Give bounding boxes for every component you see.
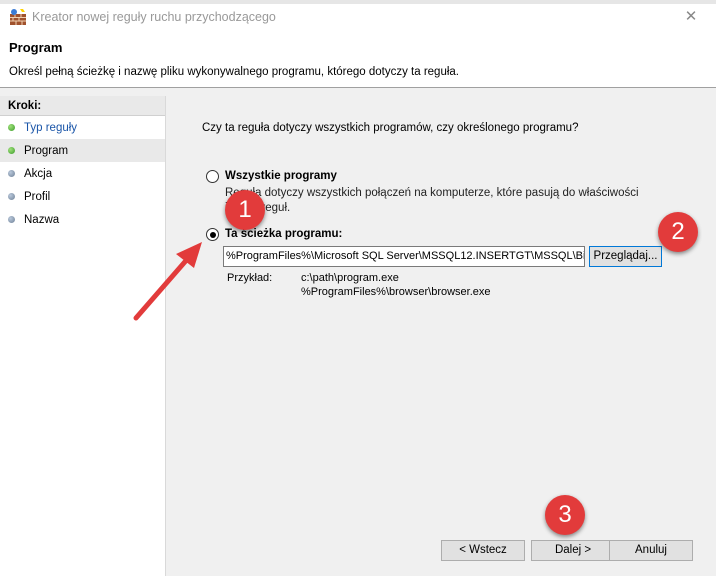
green-dot-icon <box>8 124 15 131</box>
page-header: Program Określ pełną ścieżkę i nazwę pli… <box>0 30 716 88</box>
gray-dot-icon <box>8 170 15 177</box>
page-title: Program <box>9 40 63 55</box>
browse-button[interactable]: Przeglądaj... <box>589 246 662 267</box>
sidebar-item-program: Program <box>0 139 165 162</box>
firewall-wall-icon <box>10 9 26 25</box>
steps-sidebar: Kroki: Typ reguły Program Akcja Profil N… <box>0 96 166 576</box>
cancel-button[interactable]: Anuluj <box>609 540 693 561</box>
window-bottom-border <box>0 576 716 583</box>
sidebar-item-label: Akcja <box>24 167 53 180</box>
sidebar-item-label: Program <box>24 144 69 157</box>
back-button[interactable]: < Wstecz <box>441 540 525 561</box>
annotation-badge-1: 1 <box>225 190 265 230</box>
green-dot-icon <box>8 147 15 154</box>
all-programs-radio[interactable] <box>206 170 219 183</box>
annotation-arrow-icon <box>133 242 202 321</box>
gray-dot-icon <box>8 193 15 200</box>
close-icon[interactable]: ✕ <box>680 6 702 28</box>
annotation-badge-2: 2 <box>658 212 698 252</box>
sidebar-item-akcja: Akcja <box>0 162 165 185</box>
sidebar-item-label: Profil <box>24 190 51 203</box>
wizard-window: Kreator nowej reguły ruchu przychodząceg… <box>0 0 716 583</box>
steps-heading: Kroki: <box>0 96 165 116</box>
example-line-1: c:\path\program.exe <box>301 272 399 284</box>
main-content: Czy ta reguła dotyczy wszystkich program… <box>167 96 712 576</box>
all-programs-label[interactable]: Wszystkie programy <box>225 170 337 182</box>
question-text: Czy ta reguła dotyczy wszystkich program… <box>202 122 579 134</box>
sidebar-item-label: Typ reguły <box>24 121 78 134</box>
example-line-2: %ProgramFiles%\browser\browser.exe <box>301 286 491 298</box>
annotation-badge-3: 3 <box>545 495 585 535</box>
next-button[interactable]: Dalej > <box>531 540 615 561</box>
gray-dot-icon <box>8 216 15 223</box>
all-programs-description: Reguła dotyczy wszystkich połączeń na ko… <box>225 187 639 214</box>
page-description: Określ pełną ścieżkę i nazwę pliku wykon… <box>9 66 459 78</box>
sidebar-item-typ-reguly[interactable]: Typ reguły <box>0 116 165 139</box>
sidebar-item-profil: Profil <box>0 185 165 208</box>
sidebar-item-nazwa: Nazwa <box>0 208 165 231</box>
program-path-input[interactable]: %ProgramFiles%\Microsoft SQL Server\MSSQ… <box>223 246 585 267</box>
example-label: Przykład: <box>227 272 273 284</box>
window-title: Kreator nowej reguły ruchu przychodząceg… <box>32 10 276 24</box>
title-bar[interactable]: Kreator nowej reguły ruchu przychodząceg… <box>0 4 716 30</box>
sidebar-item-label: Nazwa <box>24 213 60 226</box>
